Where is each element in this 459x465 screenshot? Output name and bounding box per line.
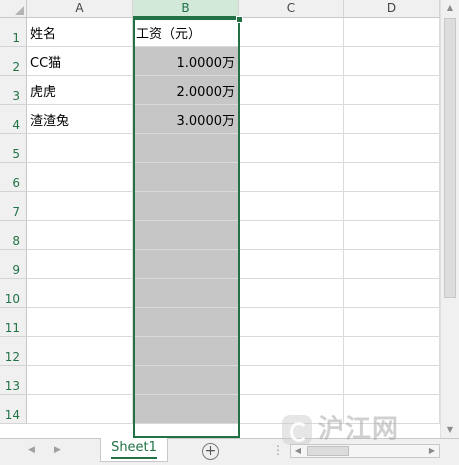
- select-all-triangle-icon: [15, 6, 24, 15]
- cell-d9[interactable]: [344, 250, 440, 279]
- row-header-2[interactable]: 2: [0, 47, 27, 76]
- cell-b2[interactable]: 1.0000万: [133, 47, 239, 76]
- cell-c7[interactable]: [239, 192, 344, 221]
- cell-a13[interactable]: [27, 366, 133, 395]
- scroll-right-arrow-icon[interactable]: ▶: [425, 445, 439, 457]
- cell-b8[interactable]: [133, 221, 239, 250]
- cell-a6[interactable]: [27, 163, 133, 192]
- cell-b1[interactable]: 工资（元）: [133, 18, 239, 47]
- row-header-9[interactable]: 9: [0, 250, 27, 279]
- row-header-10[interactable]: 10: [0, 279, 27, 308]
- cell-d13[interactable]: [344, 366, 440, 395]
- cell-c4[interactable]: [239, 105, 344, 134]
- cell-a11[interactable]: [27, 308, 133, 337]
- cell-d2[interactable]: [344, 47, 440, 76]
- prev-sheet-arrow-icon[interactable]: ◀: [28, 445, 35, 455]
- vertical-scrollbar[interactable]: ▲ ▼: [440, 0, 459, 438]
- cell-d7[interactable]: [344, 192, 440, 221]
- cell-d5[interactable]: [344, 134, 440, 163]
- column-header-d[interactable]: D: [344, 0, 440, 18]
- cell-d10[interactable]: [344, 279, 440, 308]
- cell-c6[interactable]: [239, 163, 344, 192]
- cell-c10[interactable]: [239, 279, 344, 308]
- cell-b5[interactable]: [133, 134, 239, 163]
- scroll-down-arrow-icon[interactable]: ▼: [441, 422, 459, 438]
- cell-c3[interactable]: [239, 76, 344, 105]
- watermark: 沪江网: [282, 410, 399, 448]
- cell-b12[interactable]: [133, 337, 239, 366]
- cell-a4[interactable]: 渣渣兔: [27, 105, 133, 134]
- row-header-5[interactable]: 5: [0, 134, 27, 163]
- row-header-8[interactable]: 8: [0, 221, 27, 250]
- cell-b9[interactable]: [133, 250, 239, 279]
- cell-a10[interactable]: [27, 279, 133, 308]
- column-header-a[interactable]: A: [27, 0, 133, 18]
- plus-circle-icon[interactable]: +: [202, 443, 219, 460]
- cell-d11[interactable]: [344, 308, 440, 337]
- spreadsheet-grid: A B C D 1 姓名 工资（元） 2 CC猫 1.0000万 3 虎虎 2.0000万 4 渣渣…: [0, 0, 459, 438]
- cell-c5[interactable]: [239, 134, 344, 163]
- cell-d3[interactable]: [344, 76, 440, 105]
- cell-c1[interactable]: [239, 18, 344, 47]
- cell-b10[interactable]: [133, 279, 239, 308]
- cell-b14[interactable]: [133, 395, 239, 424]
- cell-b13[interactable]: [133, 366, 239, 395]
- watermark-text: 沪江网: [318, 414, 400, 445]
- cell-c8[interactable]: [239, 221, 344, 250]
- cell-a12[interactable]: [27, 337, 133, 366]
- fill-handle[interactable]: [236, 16, 243, 23]
- row-header-3[interactable]: 3: [0, 76, 27, 105]
- row-header-6[interactable]: 6: [0, 163, 27, 192]
- cell-b6[interactable]: [133, 163, 239, 192]
- row-header-4[interactable]: 4: [0, 105, 27, 134]
- cell-d8[interactable]: [344, 221, 440, 250]
- row-header-14[interactable]: 14: [0, 395, 27, 424]
- vertical-scroll-thumb[interactable]: [444, 18, 456, 298]
- cell-d12[interactable]: [344, 337, 440, 366]
- cell-c11[interactable]: [239, 308, 344, 337]
- select-all-corner[interactable]: [0, 0, 27, 18]
- cell-a1[interactable]: 姓名: [27, 18, 133, 47]
- cell-a9[interactable]: [27, 250, 133, 279]
- column-header-c[interactable]: C: [239, 0, 344, 18]
- row-header-1[interactable]: 1: [0, 18, 27, 47]
- cell-b7[interactable]: [133, 192, 239, 221]
- scroll-up-arrow-icon[interactable]: ▲: [441, 0, 459, 16]
- row-header-11[interactable]: 11: [0, 308, 27, 337]
- row-header-12[interactable]: 12: [0, 337, 27, 366]
- cell-a5[interactable]: [27, 134, 133, 163]
- cell-a2[interactable]: CC猫: [27, 47, 133, 76]
- cell-a7[interactable]: [27, 192, 133, 221]
- cell-b11[interactable]: [133, 308, 239, 337]
- cell-d6[interactable]: [344, 163, 440, 192]
- cell-a14[interactable]: [27, 395, 133, 424]
- column-header-b[interactable]: B: [133, 0, 239, 18]
- cell-b3[interactable]: 2.0000万: [133, 76, 239, 105]
- cell-c13[interactable]: [239, 366, 344, 395]
- cell-a8[interactable]: [27, 221, 133, 250]
- cell-d4[interactable]: [344, 105, 440, 134]
- row-header-7[interactable]: 7: [0, 192, 27, 221]
- cell-c12[interactable]: [239, 337, 344, 366]
- cell-c9[interactable]: [239, 250, 344, 279]
- cell-a3[interactable]: 虎虎: [27, 76, 133, 105]
- sheet-tab-sheet1[interactable]: Sheet1: [100, 438, 168, 462]
- cell-d1[interactable]: [344, 18, 440, 47]
- cell-c2[interactable]: [239, 47, 344, 76]
- hujiang-logo-icon: [282, 414, 312, 445]
- row-header-13[interactable]: 13: [0, 366, 27, 395]
- cell-b4[interactable]: 3.0000万: [133, 105, 239, 134]
- next-sheet-arrow-icon[interactable]: ▶: [54, 445, 61, 455]
